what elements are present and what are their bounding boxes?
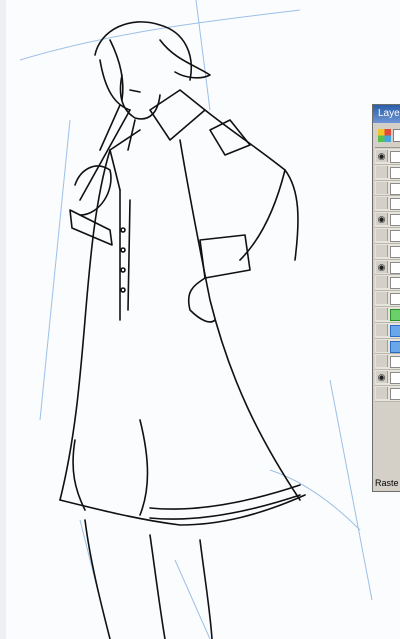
layer-row[interactable] (375, 180, 400, 197)
visibility-toggle[interactable] (376, 244, 388, 257)
layer-row[interactable] (375, 291, 400, 307)
layer-list: ◉ ◉ ◉ ◉ (375, 149, 400, 402)
visibility-toggle[interactable] (376, 339, 388, 352)
visibility-toggle[interactable] (376, 292, 388, 305)
layers-toolbar (375, 125, 400, 148)
eye-icon[interactable]: ◉ (376, 150, 388, 162)
line-art-illustration (19, 0, 373, 639)
layer-thumbnail (390, 182, 400, 195)
layer-row[interactable] (375, 306, 400, 323)
layer-thumbnail (390, 356, 400, 369)
layers-title: Laye (378, 108, 400, 119)
new-layer-icon[interactable] (393, 129, 400, 142)
layer-row[interactable]: ◉ (375, 149, 400, 165)
layer-thumbnail (390, 340, 400, 353)
layer-thumbnail (390, 214, 400, 227)
folder-icon (390, 151, 400, 163)
layer-thumbnail (390, 293, 400, 306)
layer-row[interactable] (375, 354, 400, 371)
layer-type-label: Raste (375, 478, 399, 488)
layer-thumbnail (390, 277, 400, 290)
visibility-toggle[interactable] (376, 355, 388, 368)
drawing-canvas[interactable]: Laye ◉ ◉ ◉ ◉ Raste (0, 0, 400, 639)
layers-title-bar[interactable]: Laye (373, 105, 400, 123)
layer-thumbnail (390, 229, 400, 242)
layer-row[interactable]: ◉ (375, 259, 400, 276)
layers-footer: Raste (375, 473, 400, 488)
layer-row[interactable] (375, 227, 400, 244)
visibility-toggle[interactable] (376, 307, 388, 320)
visibility-toggle[interactable] (376, 165, 388, 178)
layer-thumbnail (390, 166, 400, 179)
visibility-toggle[interactable] (376, 276, 388, 289)
layer-thumbnail (390, 308, 400, 321)
visibility-toggle[interactable] (376, 386, 388, 399)
visibility-toggle[interactable] (376, 323, 388, 336)
eye-icon[interactable]: ◉ (376, 213, 388, 226)
layer-thumbnail (390, 245, 400, 258)
layer-row[interactable]: ◉ (375, 212, 400, 228)
layer-row[interactable]: ◉ (375, 370, 400, 386)
layer-thumbnail (390, 387, 400, 400)
layer-row[interactable] (375, 338, 400, 355)
layer-thumbnail (390, 372, 400, 385)
layer-row[interactable] (375, 243, 400, 260)
visibility-toggle[interactable] (376, 228, 388, 241)
layers-palette[interactable]: Laye ◉ ◉ ◉ ◉ Raste (372, 104, 400, 492)
layer-row[interactable] (375, 164, 400, 181)
layer-row[interactable] (375, 385, 400, 402)
layer-row[interactable] (375, 275, 400, 292)
eye-icon[interactable]: ◉ (376, 260, 388, 273)
layer-row[interactable] (375, 322, 400, 339)
eye-icon[interactable]: ◉ (376, 371, 388, 384)
visibility-toggle[interactable] (376, 181, 388, 194)
layer-thumbnail (390, 198, 400, 211)
visibility-toggle[interactable] (376, 197, 388, 210)
layer-properties-icon[interactable] (378, 129, 391, 142)
layer-row[interactable] (375, 196, 400, 213)
layer-thumbnail (390, 324, 400, 337)
layer-thumbnail (390, 261, 400, 274)
